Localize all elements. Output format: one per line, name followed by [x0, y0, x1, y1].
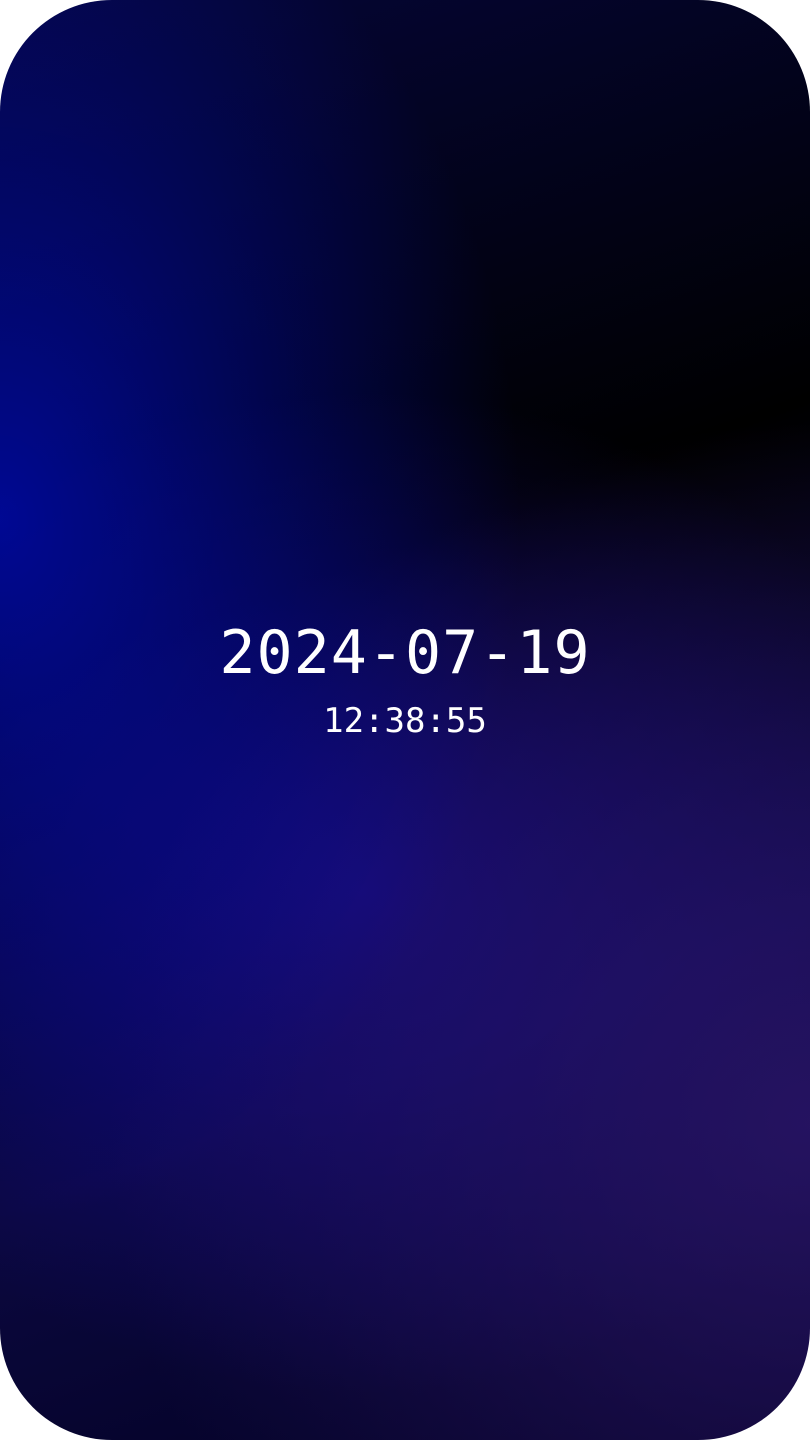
time-display: 12:38:55 — [323, 701, 487, 741]
lock-screen: 2024-07-19 12:38:55 — [0, 0, 810, 1440]
date-display: 2024-07-19 — [219, 618, 591, 688]
